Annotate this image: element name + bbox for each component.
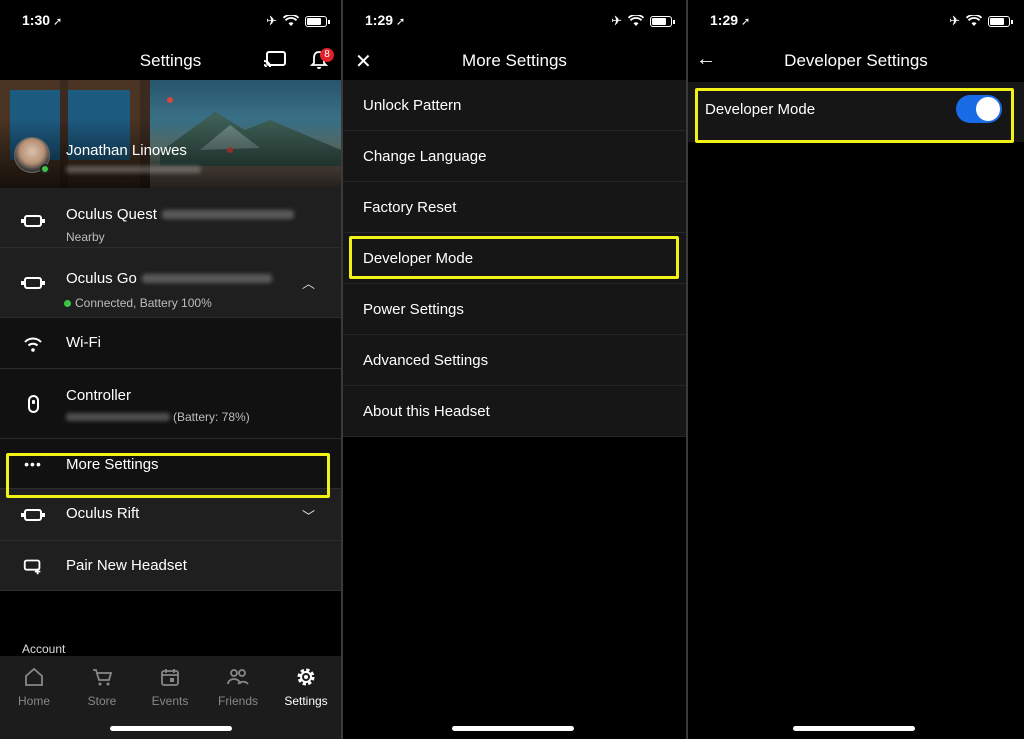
device-row-oculus-quest[interactable]: Oculus Quest Nearby — [0, 188, 341, 248]
friends-icon — [227, 669, 249, 685]
developer-settings-screen: 1:29 ➚ ✈ ← Developer Settings Developer M… — [688, 0, 1024, 739]
headset-icon — [21, 277, 45, 289]
tab-label: Settings — [284, 694, 328, 708]
tab-friends[interactable]: Friends — [204, 666, 272, 708]
item-label: Factory Reset — [363, 199, 457, 216]
controller-icon — [27, 395, 39, 413]
device-list: Oculus Quest Nearby Oculus Go Connected,… — [0, 188, 341, 591]
item-label: Advanced Settings — [363, 352, 489, 369]
tab-label: Events — [151, 694, 189, 708]
item-label: Power Settings — [363, 301, 464, 318]
item-label: About this Headset — [363, 403, 490, 420]
settings-screen: 1:30 ➚ ✈ Settings 8 Jonathan Linowes Ocu… — [0, 0, 341, 739]
home-indicator[interactable] — [110, 726, 232, 731]
tab-label: Home — [17, 694, 50, 708]
notification-badge: 8 — [320, 48, 334, 62]
chevron-up-icon[interactable]: ︿ — [302, 273, 315, 292]
wifi-icon — [628, 15, 644, 26]
battery-icon — [650, 15, 675, 27]
more-settings-screen: 1:29 ➚ ✈ ✕ More Settings Unlock Pattern C… — [343, 0, 686, 739]
tab-label: Store — [87, 694, 117, 708]
home-indicator[interactable] — [793, 726, 915, 731]
gear-icon — [297, 668, 315, 686]
menu-item-factory-reset[interactable]: Factory Reset — [343, 182, 686, 233]
item-label: Pair New Headset — [66, 557, 187, 574]
status-bar: 1:29 ➚ ✈ — [343, 0, 686, 40]
device-status: Connected, Battery 100% — [75, 296, 212, 310]
highlight-more-settings — [6, 453, 330, 498]
nav-bar: ← Developer Settings — [688, 40, 1024, 80]
airplane-mode-icon: ✈ — [949, 13, 960, 28]
calendar-icon — [161, 669, 179, 686]
tab-bar: Home Store Events Friends Settings — [0, 656, 341, 739]
menu-item-unlock-pattern[interactable]: Unlock Pattern — [343, 80, 686, 131]
headset-icon — [21, 215, 45, 227]
go-item-wifi[interactable]: Wi-Fi — [0, 318, 341, 369]
tab-store[interactable]: Store — [68, 666, 136, 708]
item-label: Controller — [66, 387, 132, 404]
item-label: Unlock Pattern — [363, 97, 462, 114]
airplane-mode-icon: ✈ — [266, 13, 277, 28]
go-item-controller[interactable]: Controller (Battery: 78%) — [0, 369, 341, 439]
redacted-serial — [66, 413, 170, 421]
device-name: Oculus Quest — [66, 206, 157, 223]
headset-icon — [21, 509, 45, 521]
cast-icon[interactable] — [263, 50, 287, 70]
status-time: 1:30 — [22, 12, 51, 28]
menu-item-about-headset[interactable]: About this Headset — [343, 386, 686, 437]
redacted-serial — [162, 210, 294, 219]
menu-item-advanced-settings[interactable]: Advanced Settings — [343, 335, 686, 386]
page-title: Developer Settings — [784, 51, 928, 70]
page-title: More Settings — [462, 51, 567, 70]
profile-name[interactable]: Jonathan Linowes — [66, 142, 187, 159]
status-bar: 1:29 ➚ ✈ — [688, 0, 1024, 40]
connected-dot — [64, 300, 71, 307]
device-name: Oculus Go — [66, 270, 137, 287]
nav-bar: ✕ More Settings — [343, 40, 686, 80]
controller-battery: (Battery: 78%) — [173, 410, 250, 424]
battery-icon — [305, 15, 330, 27]
add-headset-icon — [23, 559, 41, 575]
item-label: Change Language — [363, 148, 487, 165]
page-title: Settings — [139, 51, 202, 70]
cart-icon — [93, 669, 113, 686]
home-icon — [25, 667, 43, 686]
wifi-icon — [283, 15, 299, 26]
status-time: 1:29 — [365, 12, 394, 28]
battery-icon — [988, 15, 1013, 27]
redacted-serial — [142, 274, 272, 283]
menu-item-power-settings[interactable]: Power Settings — [343, 284, 686, 335]
highlight-developer-mode-toggle — [695, 88, 1014, 143]
location-arrow-icon: ➚ — [53, 16, 63, 28]
chevron-down-icon[interactable]: ﹀ — [302, 506, 315, 525]
tab-label: Friends — [217, 694, 258, 708]
wifi-icon — [24, 337, 42, 352]
airplane-mode-icon: ✈ — [611, 13, 622, 28]
tab-home[interactable]: Home — [0, 666, 68, 708]
location-arrow-icon: ➚ — [741, 16, 751, 28]
tab-events[interactable]: Events — [136, 666, 204, 708]
status-time: 1:29 — [710, 12, 739, 28]
device-status: Nearby — [66, 230, 105, 244]
item-label: Wi-Fi — [66, 334, 101, 351]
nav-bar: Settings 8 — [0, 40, 341, 80]
home-indicator[interactable] — [452, 726, 574, 731]
tab-settings[interactable]: Settings — [272, 666, 340, 708]
wifi-icon — [966, 15, 982, 26]
highlight-developer-mode — [349, 236, 679, 279]
device-row-oculus-go[interactable]: Oculus Go Connected, Battery 100% ︿ — [0, 248, 341, 318]
section-header-account: Account — [22, 642, 66, 656]
location-arrow-icon: ➚ — [396, 16, 406, 28]
menu-item-change-language[interactable]: Change Language — [343, 131, 686, 182]
pair-new-headset-row[interactable]: Pair New Headset — [0, 541, 341, 591]
status-bar: 1:30 ➚ ✈ — [0, 0, 341, 40]
online-status-indicator — [40, 164, 50, 174]
redacted-email — [66, 166, 201, 173]
device-name: Oculus Rift — [66, 505, 140, 522]
